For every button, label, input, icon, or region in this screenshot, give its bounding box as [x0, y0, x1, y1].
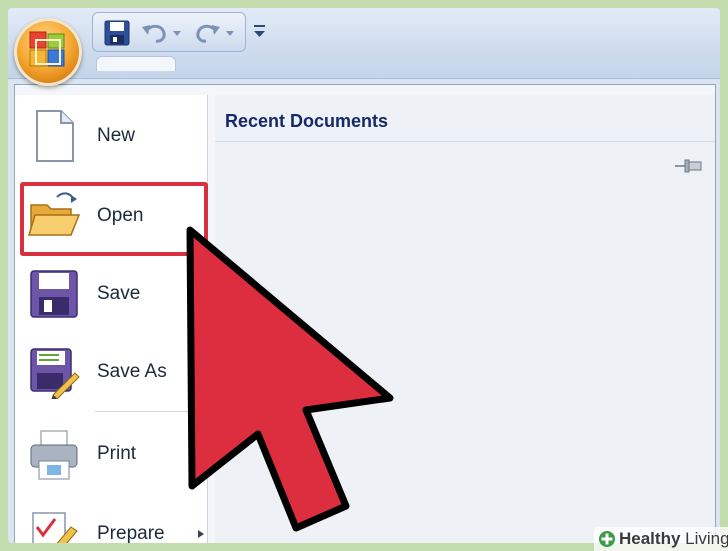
undo-button[interactable] [139, 20, 183, 46]
header-divider [215, 141, 715, 142]
save-icon [30, 270, 78, 318]
office-logo-icon [29, 31, 65, 67]
menu-item-label: Save [97, 283, 141, 304]
ribbon-tab-stub [96, 56, 176, 71]
menu-item-label: New [97, 125, 136, 146]
pin-icon[interactable] [674, 157, 704, 175]
watermark-prefix: Healthy [619, 529, 681, 548]
new-document-icon [36, 110, 74, 162]
customize-qat-button[interactable] [252, 22, 268, 40]
word-window: New Open Save Save As Print Prepare Rece… [8, 8, 720, 543]
undo-icon [142, 24, 181, 43]
redo-button[interactable] [191, 20, 237, 46]
redo-icon [196, 24, 234, 43]
prepare-icon [32, 512, 78, 543]
menu-item-new[interactable]: New [21, 101, 205, 171]
menu-item-label: Prepare [97, 523, 165, 543]
title-bar [8, 8, 720, 79]
watermark-suffix: Living [680, 529, 728, 548]
menu-item-label: Print [97, 443, 137, 464]
save-button[interactable] [103, 20, 131, 46]
save-as-icon [30, 348, 80, 399]
red-arrow-cursor-icon [186, 226, 394, 532]
save-icon [104, 20, 130, 46]
quick-access-toolbar [92, 12, 246, 52]
watermark: Healthy Living [594, 527, 728, 551]
menu-item-label: Save As [97, 361, 167, 382]
customize-qat-icon [254, 25, 265, 37]
healthy-living-logo-icon [599, 531, 615, 547]
office-button[interactable] [14, 18, 82, 86]
printer-icon [30, 430, 78, 480]
recent-documents-header: Recent Documents [225, 111, 389, 131]
